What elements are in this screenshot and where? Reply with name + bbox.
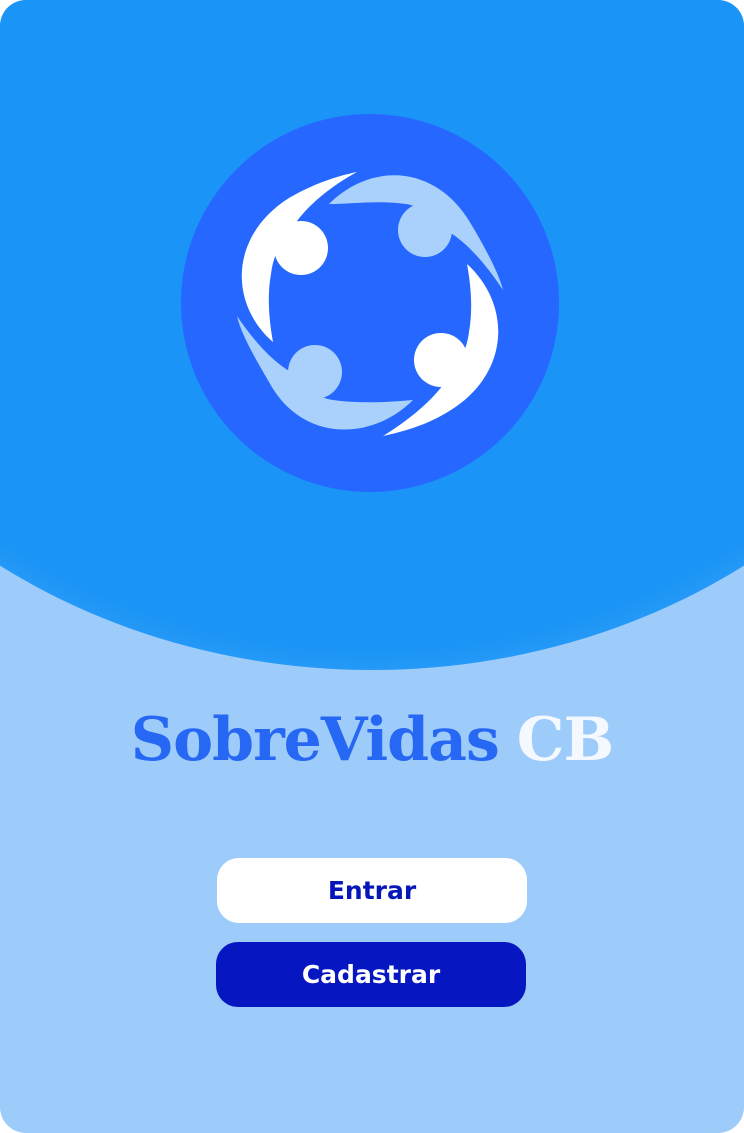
signup-button[interactable]: Cadastrar bbox=[216, 942, 526, 1007]
app-name: SobreVidas bbox=[130, 705, 500, 775]
app-title: SobreVidas CB bbox=[0, 700, 744, 780]
app-logo bbox=[181, 114, 559, 492]
login-button[interactable]: Entrar bbox=[217, 858, 527, 923]
app-suffix: CB bbox=[516, 705, 614, 775]
community-circle-icon bbox=[181, 114, 559, 492]
welcome-screen: SobreVidas CB Entrar Cadastrar bbox=[0, 0, 744, 1133]
